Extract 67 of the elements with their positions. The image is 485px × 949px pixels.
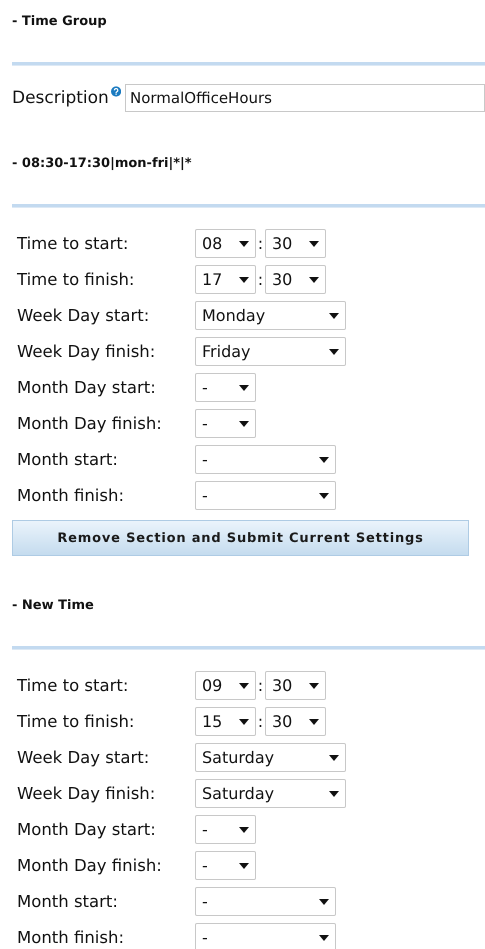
- dropdown[interactable]: 15: [195, 707, 256, 736]
- dropdown[interactable]: -: [195, 373, 256, 402]
- field-label: Month start:: [17, 450, 119, 469]
- dropdown[interactable]: -: [195, 409, 256, 438]
- dropdown[interactable]: -: [195, 481, 336, 510]
- field-label: Description: [12, 88, 109, 108]
- caret-icon: [309, 718, 319, 724]
- caret-icon: [239, 862, 249, 868]
- field-label: Time to start:: [17, 676, 130, 695]
- caret-icon: [319, 934, 329, 940]
- caret-icon: [239, 826, 249, 832]
- time-separator: :: [256, 676, 264, 695]
- caret-icon: [329, 790, 339, 796]
- dropdown[interactable]: 30: [265, 707, 326, 736]
- help-icon[interactable]: [110, 86, 121, 97]
- dropdown[interactable]: Saturday: [195, 743, 346, 772]
- dropdown[interactable]: -: [195, 851, 256, 880]
- dropdown[interactable]: Friday: [195, 337, 346, 366]
- field-label: Week Day finish:: [17, 784, 156, 803]
- caret-icon: [239, 240, 249, 246]
- section-title: - Time Group: [12, 13, 108, 31]
- caret-icon: [319, 492, 329, 498]
- field-label: Week Day finish:: [17, 342, 156, 361]
- caret-icon: [329, 312, 339, 318]
- dropdown[interactable]: -: [195, 445, 336, 474]
- caret-icon: [239, 420, 249, 426]
- field-label: Month Day finish:: [17, 856, 163, 875]
- field-label: Month finish:: [17, 928, 126, 947]
- caret-icon: [309, 276, 319, 282]
- caret-icon: [319, 456, 329, 462]
- field-label: Month finish:: [17, 486, 126, 505]
- caret-icon: [329, 348, 339, 354]
- description-field[interactable]: NormalOfficeHours: [125, 84, 485, 112]
- time-separator: :: [256, 234, 264, 253]
- dropdown[interactable]: 30: [265, 265, 326, 294]
- dropdown[interactable]: 30: [265, 229, 326, 258]
- field-label: Month Day start:: [17, 378, 157, 397]
- dropdown[interactable]: 30: [265, 671, 326, 700]
- dropdown[interactable]: -: [195, 815, 256, 844]
- caret-icon: [239, 384, 249, 390]
- field-label: Time to finish:: [17, 712, 136, 731]
- dropdown[interactable]: -: [195, 887, 336, 916]
- caret-icon: [319, 898, 329, 904]
- section-title: - New Time: [12, 597, 95, 615]
- remove-submit-button[interactable]: Remove Section and Submit Current Settings: [12, 520, 469, 556]
- caret-icon: [329, 754, 339, 760]
- section-title: - 08:30-17:30|mon-fri|*|*: [12, 155, 193, 173]
- caret-icon: [239, 682, 249, 688]
- dropdown[interactable]: 17: [195, 265, 256, 294]
- caret-icon: [239, 718, 249, 724]
- time-separator: :: [256, 712, 264, 731]
- dropdown[interactable]: -: [195, 923, 336, 949]
- caret-icon: [239, 276, 249, 282]
- caret-icon: [309, 240, 319, 246]
- time-separator: :: [256, 270, 264, 289]
- dropdown[interactable]: 08: [195, 229, 256, 258]
- field-label: Month Day finish:: [17, 414, 163, 433]
- field-label: Week Day start:: [17, 306, 150, 325]
- field-label: Month start:: [17, 892, 119, 911]
- field-label: Time to start:: [17, 234, 130, 253]
- dropdown[interactable]: 09: [195, 671, 256, 700]
- caret-icon: [309, 682, 319, 688]
- field-label: Week Day start:: [17, 748, 150, 767]
- field-label: Time to finish:: [17, 270, 136, 289]
- field-label: Month Day start:: [17, 820, 157, 839]
- dropdown[interactable]: Monday: [195, 301, 346, 330]
- dropdown[interactable]: Saturday: [195, 779, 346, 808]
